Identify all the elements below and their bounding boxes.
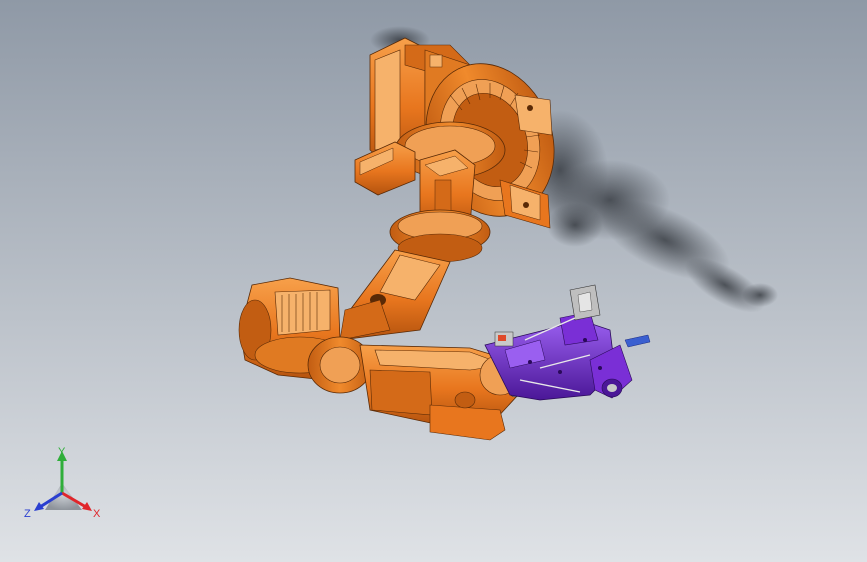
z-axis-label: Z [24,508,31,520]
gripper-end-effector[interactable] [484,284,651,401]
y-axis-label: Y [58,446,66,458]
robot-model-scene[interactable] [0,0,867,562]
3d-viewport[interactable]: Y X Z [0,0,867,562]
x-axis-label: X [93,508,101,520]
coordinate-triad: Y X Z [24,446,101,520]
upper-arm-link[interactable] [339,249,451,341]
